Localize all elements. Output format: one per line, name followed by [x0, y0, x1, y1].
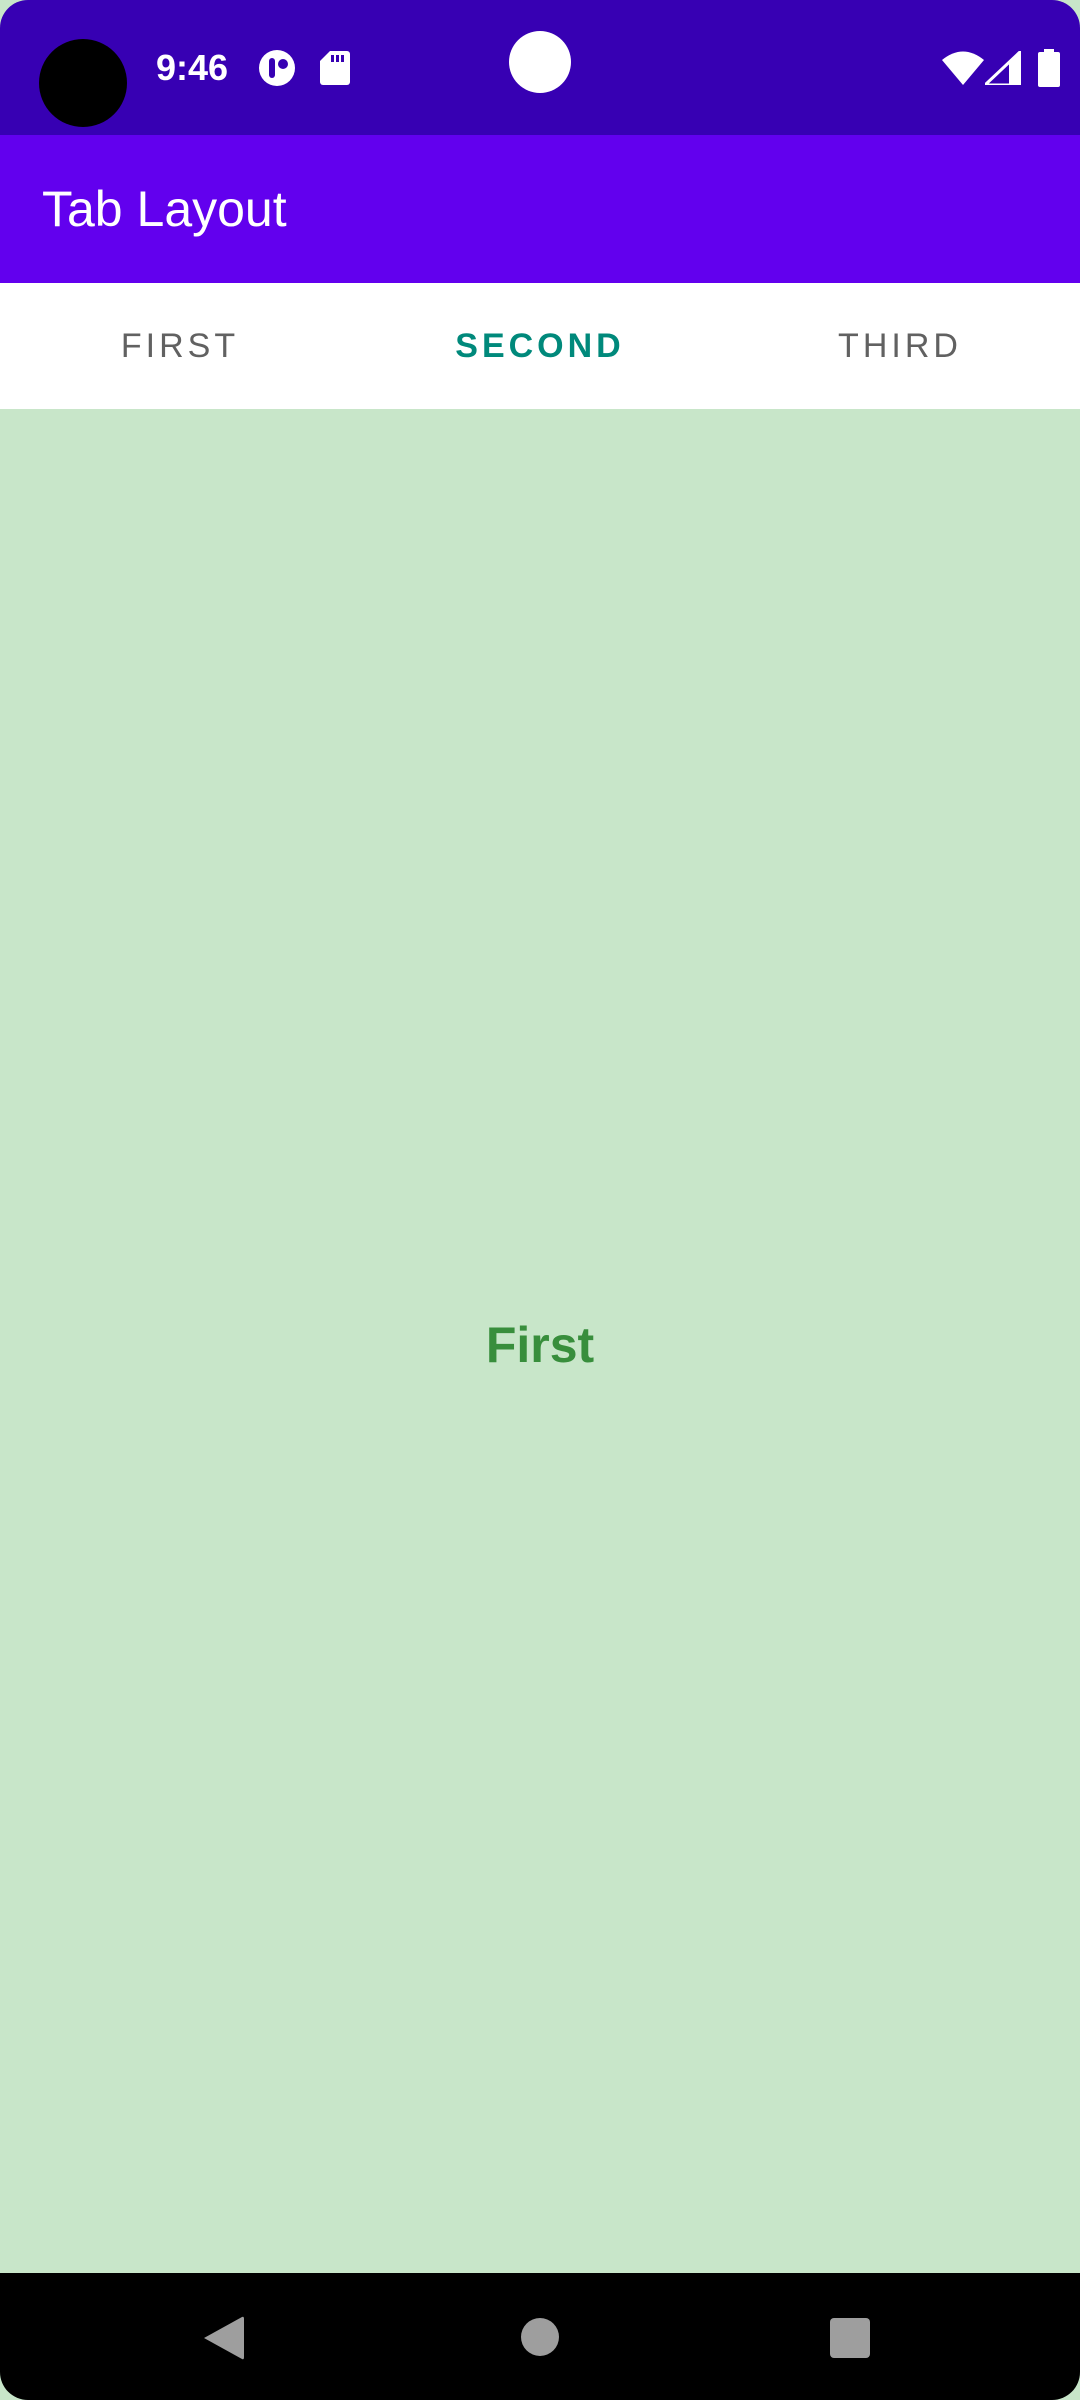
camera-cutout — [39, 39, 127, 127]
status-time: 9:46 — [156, 47, 229, 88]
home-icon[interactable] — [521, 2318, 559, 2356]
app-title: Tab Layout — [42, 181, 287, 237]
recents-icon[interactable] — [830, 2318, 870, 2358]
tab-content-panel: First — [0, 409, 1080, 2273]
tab-third[interactable]: THIRD — [720, 283, 1080, 409]
notification-dot — [509, 31, 571, 93]
navigation-bar — [0, 2273, 1080, 2400]
tab-bar: FIRST SECOND THIRD — [0, 283, 1080, 409]
tab-first[interactable]: FIRST — [0, 283, 360, 409]
content-label: First — [485, 1317, 595, 1373]
screen: 9:46 Tab Layout FIRST SECOND THIRD First — [0, 0, 1080, 2400]
tab-second[interactable]: SECOND — [360, 283, 720, 409]
app-bar: Tab Layout — [0, 135, 1080, 283]
back-icon[interactable] — [204, 2316, 244, 2360]
sd-card-icon — [320, 51, 350, 85]
wifi-icon — [942, 51, 984, 85]
battery-icon — [1038, 49, 1060, 87]
signal-icon — [985, 51, 1021, 85]
status-bar: 9:46 — [0, 0, 1080, 135]
data-saver-icon — [259, 50, 295, 86]
